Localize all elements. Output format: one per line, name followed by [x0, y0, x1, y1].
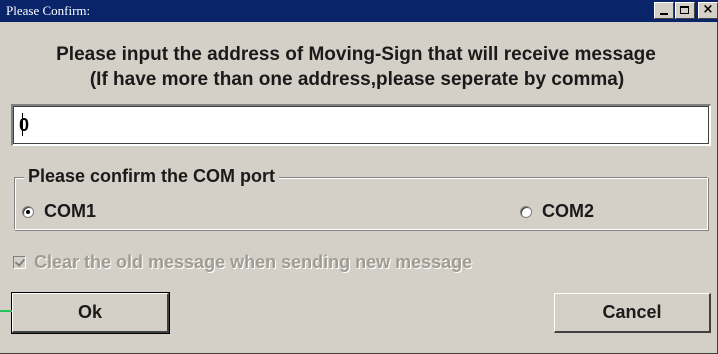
com1-label: COM1	[44, 201, 97, 221]
radio-unselected-icon	[520, 205, 532, 218]
close-button[interactable]: ×	[698, 2, 718, 19]
com2-radio[interactable]: COM2	[520, 201, 594, 222]
clear-old-message-checkbox[interactable]: Clear the old message when sending new m…	[13, 252, 472, 273]
clear-old-message-label: Clear the old message when sending new m…	[34, 252, 473, 272]
maximize-button[interactable]	[675, 2, 695, 19]
window-controls: ×	[654, 2, 718, 20]
confirm-dialog: Please Confirm: × Please input the addre…	[0, 0, 718, 354]
radio-selected-icon	[22, 205, 34, 218]
com1-radio[interactable]: COM1	[22, 201, 96, 222]
com-port-group-label: Please confirm the COM port	[24, 164, 280, 188]
com2-label: COM2	[542, 201, 595, 221]
ok-button[interactable]: Ok	[11, 292, 170, 334]
pointer-indicator	[0, 310, 12, 312]
prompt-hint: (If have more than one address,please se…	[89, 69, 625, 90]
close-icon: ×	[702, 2, 714, 17]
prompt-text: Please input the address of Moving-Sign …	[56, 44, 656, 65]
cancel-button[interactable]: Cancel	[554, 293, 711, 333]
title-bar[interactable]: Please Confirm: ×	[0, 0, 718, 22]
address-input[interactable]	[11, 104, 711, 146]
text-caret	[22, 113, 23, 136]
window-title: Please Confirm:	[6, 3, 91, 18]
checkmark-icon	[13, 256, 26, 269]
minimize-button[interactable]	[654, 2, 674, 19]
